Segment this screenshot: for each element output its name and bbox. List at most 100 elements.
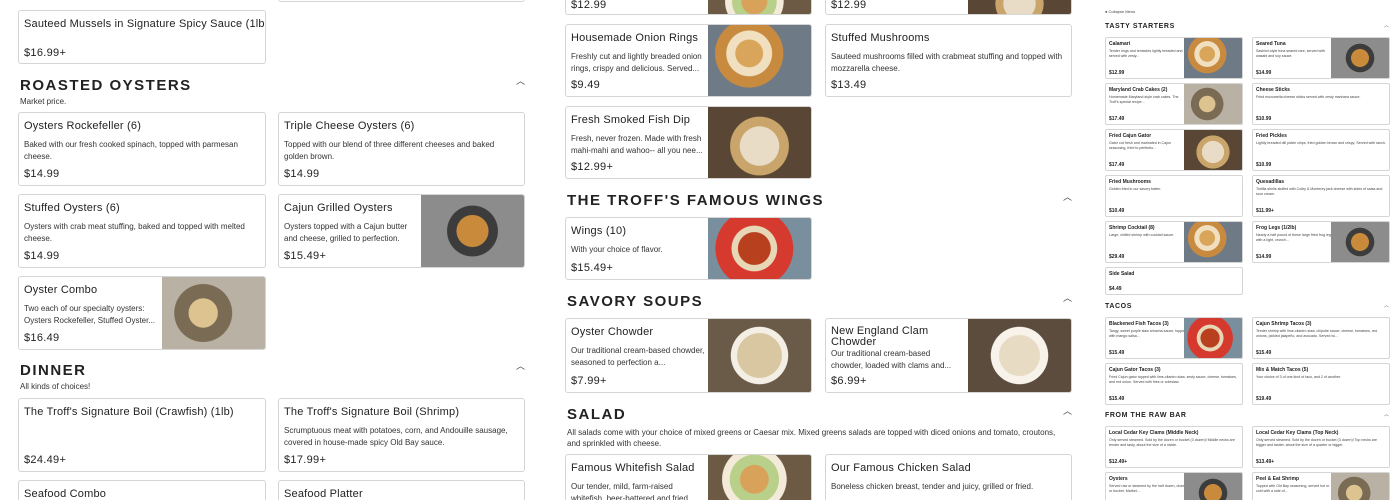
- item-price: $24.49+: [24, 454, 67, 466]
- menu-item-card[interactable]: Stuffed Oysters (6) Oysters with crab me…: [18, 194, 266, 268]
- preview-menu-card[interactable]: Local Cedar Key Clams (Middle Neck) Only …: [1105, 426, 1243, 468]
- menu-item-card[interactable]: $12.99: [565, 0, 812, 15]
- item-description: Tangy, sweet purple slaw sriracha sauce,…: [1109, 329, 1187, 338]
- item-name: Housemade Onion Rings: [571, 32, 699, 44]
- preview-menu-card[interactable]: Fried Pickles Lightly breaded dill pickle…: [1252, 129, 1390, 171]
- preview-menu-card[interactable]: Cheese Sticks Fried mozzarella cheese sti…: [1252, 83, 1390, 125]
- item-name: Quesadillas: [1256, 179, 1285, 185]
- food-photo: [708, 107, 811, 178]
- item-price: $14.99: [1256, 70, 1272, 76]
- menu-item-card[interactable]: Stuffed Mushrooms Sauteed mushrooms fill…: [825, 24, 1072, 97]
- item-price: $15.49: [1109, 396, 1125, 402]
- preview-menu-card[interactable]: Fried Cajun Gator Gator cut fresh and mar…: [1105, 129, 1243, 171]
- menu-item-card[interactable]: Triple Cheese Oysters (6) Topped with ou…: [278, 112, 525, 186]
- item-description: Lightly breaded dill pickle chips, fried…: [1256, 141, 1386, 145]
- menu-item-card[interactable]: Oysters Rockefeller (6) Baked with our f…: [18, 112, 266, 186]
- menu-item-card[interactable]: Oyster Combo Two each of our specialty o…: [18, 276, 266, 350]
- item-name: Local Cedar Key Clams (Top Neck): [1256, 430, 1339, 436]
- preview-menu-card[interactable]: Calamari Tender rings and tentacles light…: [1105, 37, 1243, 79]
- chevron-up-icon[interactable]: ︿: [1063, 190, 1072, 203]
- section-subtitle: Market price.: [20, 97, 67, 106]
- preview-menu-card[interactable]: Mix & Match Tacos (5) Your choice of 3 of…: [1252, 363, 1390, 405]
- chevron-up-icon[interactable]: ︿: [1063, 404, 1072, 417]
- item-name: Triple Cheese Oysters (6): [284, 120, 415, 132]
- chevron-up-icon[interactable]: ︿: [516, 74, 525, 87]
- item-description: Oysters with crab meat stuffing, baked a…: [24, 222, 245, 243]
- preview-menu-card[interactable]: Side Salad $4.49: [1105, 267, 1243, 295]
- preview-menu-card[interactable]: Seared Tuna Sashimi-style tuna seared rar…: [1252, 37, 1390, 79]
- food-photo: [1331, 473, 1389, 500]
- food-photo: [708, 319, 811, 392]
- preview-menu-card[interactable]: Quesadillas Tortilla shells stuffed with …: [1252, 175, 1390, 217]
- food-photo: [708, 218, 811, 279]
- chevron-up-icon[interactable]: ︿: [1384, 411, 1389, 418]
- menu-item-card[interactable]: Sauteed Mussels in Signature Spicy Sauce…: [18, 10, 266, 64]
- item-name: The Troff's Signature Boil (Shrimp): [284, 406, 460, 418]
- preview-menu-card[interactable]: Cajun Shrimp Tacos (3) Tender shrimp with…: [1252, 317, 1390, 359]
- item-description: Large, chilled shrimp with cocktail sauc…: [1109, 233, 1175, 237]
- chevron-up-icon[interactable]: ︿: [1384, 22, 1389, 29]
- item-name: Cajun Grilled Oysters: [284, 202, 393, 214]
- food-photo: [421, 195, 524, 267]
- item-price: $12.99+: [571, 161, 614, 173]
- menu-item-card[interactable]: Our Famous Chicken Salad Boneless chicke…: [825, 454, 1072, 500]
- item-description: Tender rings and tentacles lightly bread…: [1109, 49, 1183, 58]
- item-description: Fried Cajun gator topped with lime-cilan…: [1109, 375, 1237, 384]
- menu-item-card[interactable]: The Troff's Signature Boil (Crawfish) (1…: [18, 398, 266, 472]
- menu-item-card[interactable]: New England Clam Chowder Our traditional…: [825, 318, 1072, 393]
- item-name: Cajun Shrimp Tacos (3): [1256, 321, 1312, 327]
- item-name: Shrimp Cocktail (8): [1109, 225, 1155, 231]
- item-price: $15.49+: [284, 250, 327, 262]
- collapse-menu-link[interactable]: ● Collapse Menu: [1105, 9, 1135, 14]
- item-description: Baked with our fresh cooked spinach, top…: [24, 140, 238, 161]
- preview-menu-card[interactable]: Local Cedar Key Clams (Top Neck) Only ser…: [1252, 426, 1390, 468]
- preview-menu-card[interactable]: Peel & Eat Shrimp Topped with Old Bay sea…: [1252, 472, 1390, 500]
- item-price: $14.99: [1256, 254, 1272, 260]
- item-description: Your choice of 3 of one kind of taco, an…: [1256, 375, 1341, 379]
- menu-item-card[interactable]: Cajun Grilled Oysters Oysters topped wit…: [278, 194, 525, 268]
- food-photo: [708, 0, 811, 14]
- item-description: Our traditional cream-based chowder, loa…: [831, 349, 952, 370]
- item-description: Topped with Old Bay seasoning, served ho…: [1256, 484, 1330, 493]
- food-photo: [1184, 130, 1242, 170]
- chevron-up-icon[interactable]: ︿: [1384, 302, 1389, 309]
- preview-menu-card[interactable]: Oysters Served raw or steamed by the half…: [1105, 472, 1243, 500]
- item-price: $15.49: [1109, 350, 1125, 356]
- menu-item-card[interactable]: Housemade Onion Rings Freshly cut and li…: [565, 24, 812, 97]
- item-price: $13.49: [831, 79, 867, 91]
- menu-item-card[interactable]: Seafood Platter: [278, 480, 525, 500]
- item-name: Local Cedar Key Clams (Middle Neck): [1109, 430, 1199, 436]
- item-description: With your choice of flavor.: [571, 245, 663, 254]
- menu-item-card[interactable]: Fresh Smoked Fish Dip Fresh, never froze…: [565, 106, 812, 179]
- menu-item-card[interactable]: $12.99: [825, 0, 1072, 15]
- preview-menu-card[interactable]: Fried Mushrooms Golden fried in our savor…: [1105, 175, 1243, 217]
- menu-item-card[interactable]: Wings (10) With your choice of flavor. $…: [565, 217, 812, 280]
- chevron-up-icon[interactable]: ︿: [516, 359, 525, 372]
- section-title: TASTY STARTERS: [1105, 23, 1175, 30]
- chevron-up-icon[interactable]: ︿: [1063, 291, 1072, 304]
- preview-menu-card[interactable]: Frog Legs (1/2lb) Nearly a half pound of …: [1252, 221, 1390, 263]
- item-name: Oyster Combo: [24, 284, 98, 296]
- item-description: Only served steamed. Sold by the dozen o…: [1109, 438, 1235, 447]
- preview-menu-card[interactable]: Cajun Gator Tacos (3) Fried Cajun gator t…: [1105, 363, 1243, 405]
- item-price: $16.49: [24, 332, 60, 344]
- item-price: $17.49: [1109, 162, 1125, 168]
- item-price: $10.99: [1256, 116, 1272, 122]
- section-title: THE TROFF'S FAMOUS WINGS: [567, 192, 825, 209]
- item-description: Two each of our specialty oysters: Oyste…: [24, 304, 156, 325]
- item-description: Fried mozzarella cheese sticks served wi…: [1256, 95, 1361, 99]
- menu-item-card[interactable]: [278, 0, 525, 2]
- preview-menu-card[interactable]: Blackened Fish Tacos (3) Tangy, sweet pur…: [1105, 317, 1243, 359]
- section-title: FROM THE RAW BAR: [1105, 412, 1187, 419]
- menu-item-card[interactable]: Oyster Chowder Our traditional cream-bas…: [565, 318, 812, 393]
- menu-item-card[interactable]: Famous Whitefish Salad Our tender, mild,…: [565, 454, 812, 500]
- preview-menu-card[interactable]: Shrimp Cocktail (8) Large, chilled shrimp…: [1105, 221, 1243, 263]
- preview-menu-card[interactable]: Maryland Crab Cakes (2) Homemade Maryland…: [1105, 83, 1243, 125]
- item-price: $7.99+: [571, 375, 607, 387]
- item-price: $15.49: [1256, 350, 1272, 356]
- item-description: Only served steamed. Sold by the dozen o…: [1256, 438, 1377, 447]
- item-name: Stuffed Oysters (6): [24, 202, 120, 214]
- menu-item-card[interactable]: The Troff's Signature Boil (Shrimp) Scru…: [278, 398, 525, 472]
- menu-item-card[interactable]: Seafood Combo: [18, 480, 266, 500]
- food-photo: [1184, 84, 1242, 124]
